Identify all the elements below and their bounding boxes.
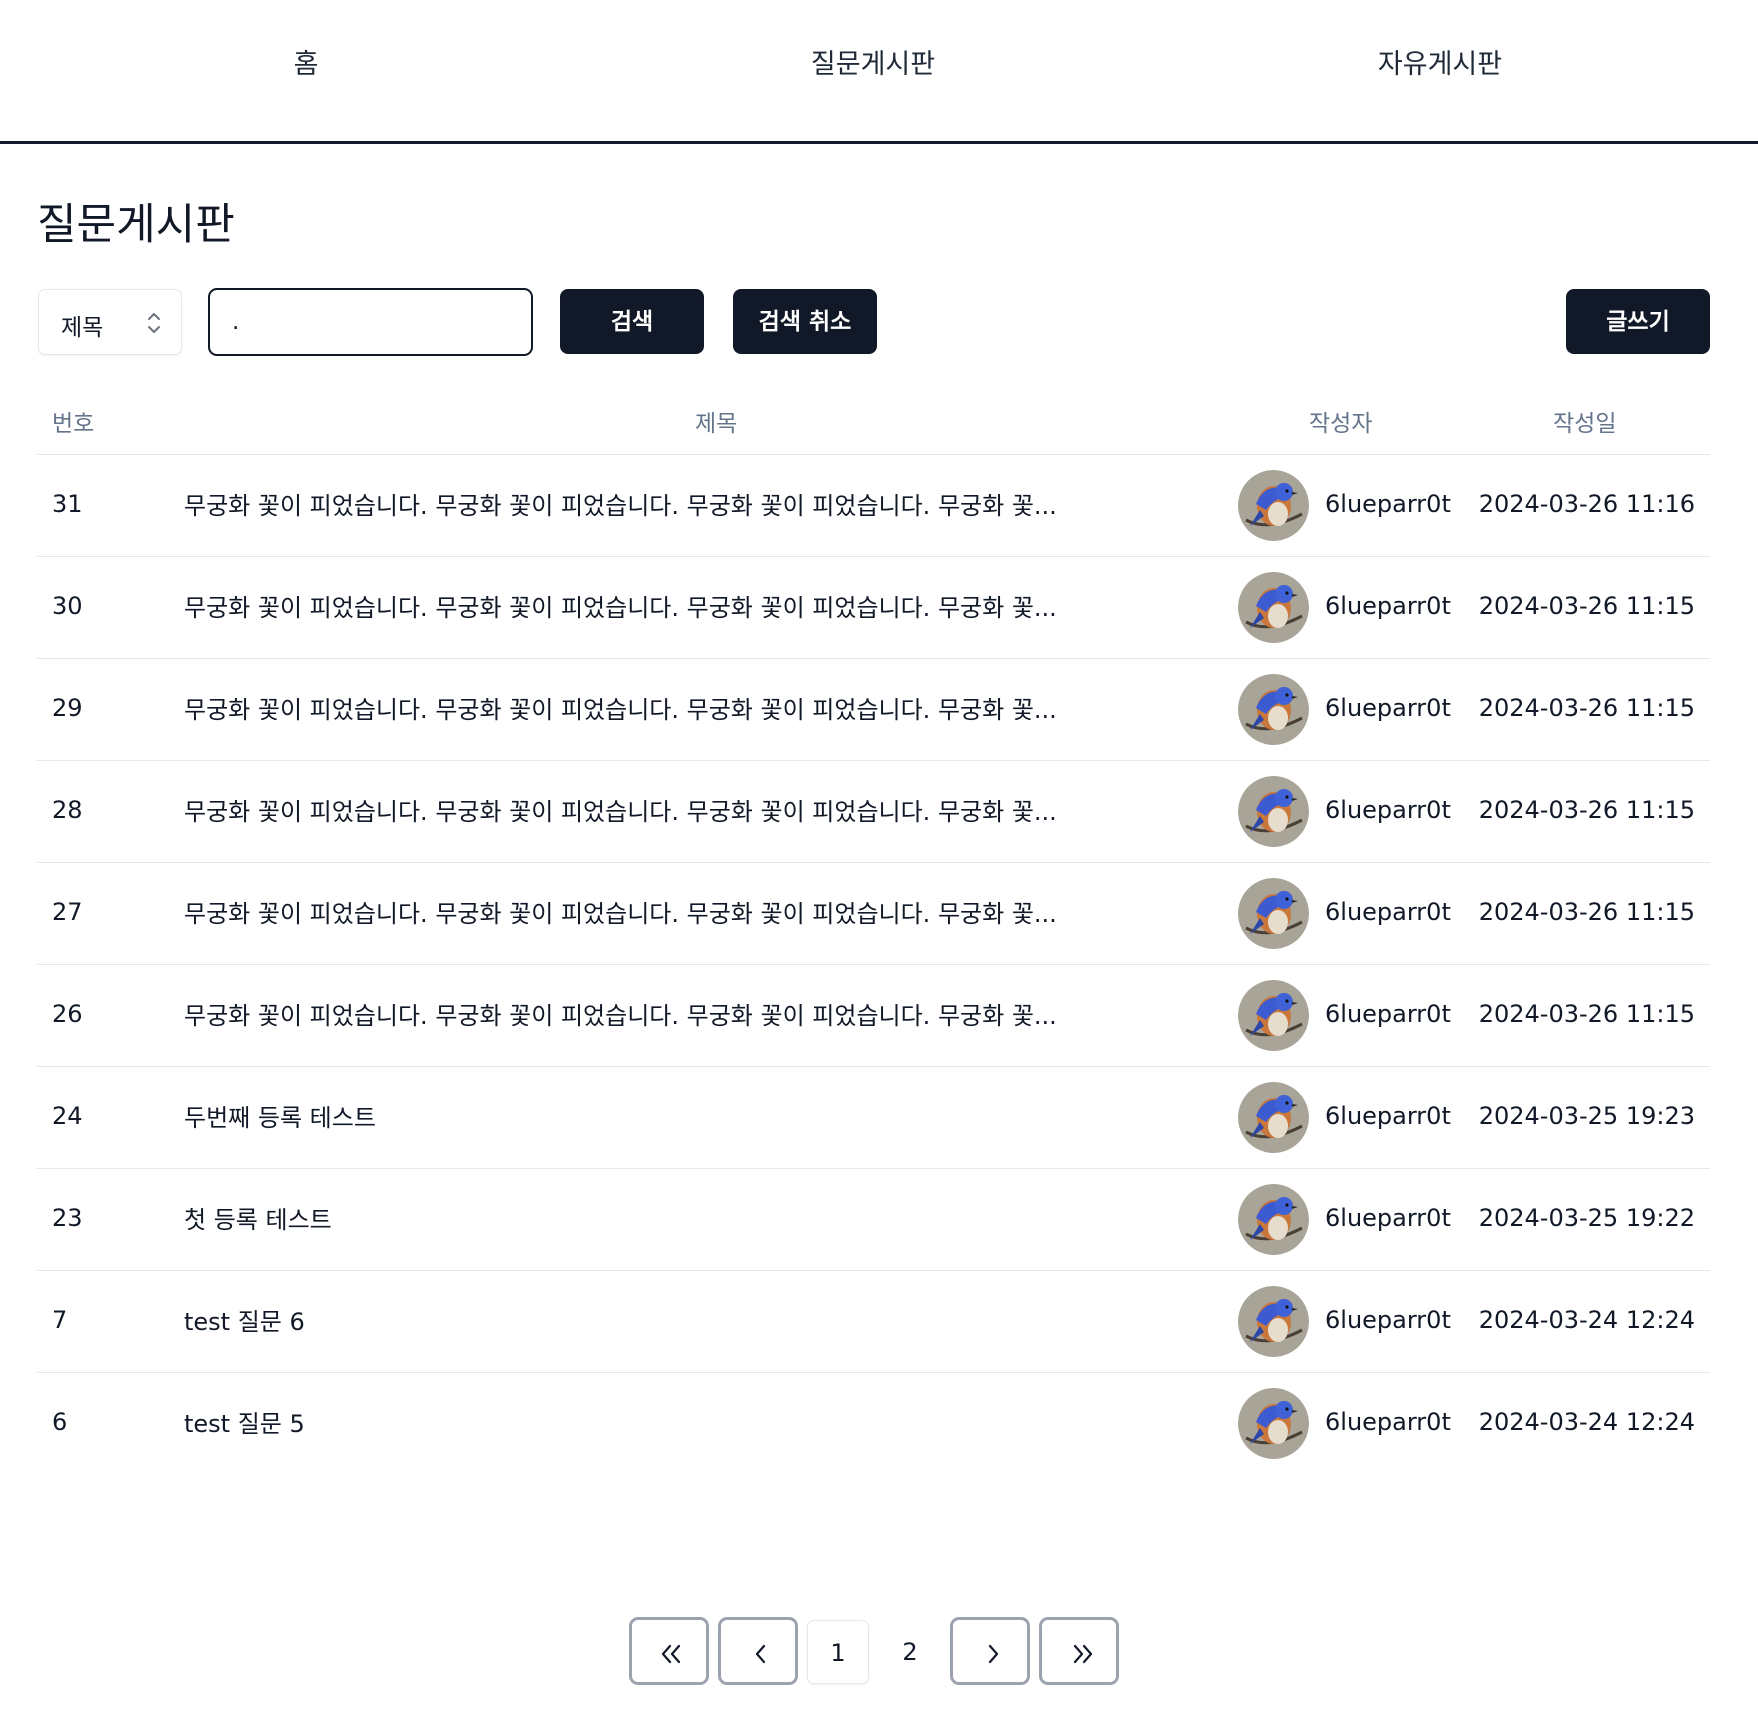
column-header-author: 작성자 [1309,411,1373,437]
row-title-link[interactable]: 첫 등록 테스트 [184,1200,1074,1235]
row-author: 6lueparr0t [1325,898,1451,926]
chevron-up-down-icon [148,313,160,333]
page-number-1[interactable]: 1 [807,1620,869,1684]
nav-home[interactable]: 홈 [294,42,319,81]
row-author: 6lueparr0t [1325,694,1451,722]
table-row[interactable]: 7 test 질문 6 6lueparr0t 2024-03-24 12:24 [37,1271,1710,1373]
row-date: 2024-03-26 11:16 [1478,490,1695,518]
row-number: 29 [52,694,83,722]
row-author: 6lueparr0t [1325,1204,1451,1232]
row-date: 2024-03-26 11:15 [1478,1000,1695,1028]
table-row[interactable]: 24 두번째 등록 테스트 6lueparr0t 2024-03-25 19:23 [37,1067,1710,1169]
table-body: 31 무궁화 꽃이 피었습니다. 무궁화 꽃이 피었습니다. 무궁화 꽃이 피었습… [37,455,1710,1475]
table-row[interactable]: 30 무궁화 꽃이 피었습니다. 무궁화 꽃이 피었습니다. 무궁화 꽃이 피었습… [37,557,1710,659]
row-number: 30 [52,592,83,620]
row-date: 2024-03-24 12:24 [1478,1408,1695,1436]
search-type-select[interactable]: 제목 [38,289,182,355]
chevron-right-icon [988,1644,999,1664]
page-title: 질문게시판 [37,200,235,250]
avatar [1238,1286,1309,1357]
column-header-date: 작성일 [1553,411,1617,437]
double-chevron-left-icon [661,1644,681,1664]
table-row[interactable]: 29 무궁화 꽃이 피었습니다. 무궁화 꽃이 피었습니다. 무궁화 꽃이 피었습… [37,659,1710,761]
row-date: 2024-03-25 19:22 [1478,1204,1695,1232]
row-author: 6lueparr0t [1325,1408,1451,1436]
page-number-2[interactable]: 2 [879,1620,941,1684]
search-input[interactable] [208,288,533,356]
row-author: 6lueparr0t [1325,1000,1451,1028]
write-post-button[interactable]: 글쓰기 [1566,289,1710,354]
row-number: 24 [52,1102,83,1130]
previous-page-button[interactable] [718,1617,798,1685]
avatar [1238,1184,1309,1255]
row-date: 2024-03-25 19:23 [1478,1102,1695,1130]
avatar [1238,980,1309,1051]
avatar [1238,878,1309,949]
row-date: 2024-03-26 11:15 [1478,796,1695,824]
row-author: 6lueparr0t [1325,1306,1451,1334]
column-header-number: 번호 [52,411,95,437]
table-row[interactable]: 6 test 질문 5 6lueparr0t 2024-03-24 12:24 [37,1373,1710,1475]
column-header-title: 제목 [695,411,738,437]
avatar [1238,674,1309,745]
nav-qna-board[interactable]: 질문게시판 [811,42,935,81]
row-number: 7 [52,1306,68,1334]
search-type-value: 제목 [61,315,104,341]
row-date: 2024-03-26 11:15 [1478,898,1695,926]
double-chevron-right-icon [1073,1644,1093,1664]
row-title-link[interactable]: 무궁화 꽃이 피었습니다. 무궁화 꽃이 피었습니다. 무궁화 꽃이 피었습니다… [184,486,1074,521]
row-number: 26 [52,1000,83,1028]
table-row[interactable]: 27 무궁화 꽃이 피었습니다. 무궁화 꽃이 피었습니다. 무궁화 꽃이 피었습… [37,863,1710,965]
row-title-link[interactable]: 무궁화 꽃이 피었습니다. 무궁화 꽃이 피었습니다. 무궁화 꽃이 피었습니다… [184,894,1074,929]
search-button[interactable]: 검색 [560,289,704,354]
row-author: 6lueparr0t [1325,796,1451,824]
chevron-left-icon [755,1644,766,1664]
avatar [1238,572,1309,643]
row-author: 6lueparr0t [1325,1102,1451,1130]
first-page-button[interactable] [629,1617,709,1685]
row-title-link[interactable]: test 질문 5 [184,1404,1074,1439]
row-title-link[interactable]: 무궁화 꽃이 피었습니다. 무궁화 꽃이 피었습니다. 무궁화 꽃이 피었습니다… [184,996,1074,1031]
avatar [1238,1388,1309,1459]
row-title-link[interactable]: 무궁화 꽃이 피었습니다. 무궁화 꽃이 피었습니다. 무궁화 꽃이 피었습니다… [184,792,1074,827]
row-date: 2024-03-26 11:15 [1478,592,1695,620]
row-date: 2024-03-26 11:15 [1478,694,1695,722]
row-title-link[interactable]: 두번째 등록 테스트 [184,1098,1074,1133]
table-row[interactable]: 26 무궁화 꽃이 피었습니다. 무궁화 꽃이 피었습니다. 무궁화 꽃이 피었습… [37,965,1710,1067]
next-page-button[interactable] [950,1617,1030,1685]
avatar [1238,470,1309,541]
row-title-link[interactable]: 무궁화 꽃이 피었습니다. 무궁화 꽃이 피었습니다. 무궁화 꽃이 피었습니다… [184,588,1074,623]
row-number: 31 [52,490,83,518]
row-author: 6lueparr0t [1325,592,1451,620]
last-page-button[interactable] [1039,1617,1119,1685]
avatar [1238,1082,1309,1153]
row-number: 28 [52,796,83,824]
nav-free-board[interactable]: 자유게시판 [1378,42,1502,81]
row-title-link[interactable]: test 질문 6 [184,1302,1074,1337]
table-row[interactable]: 31 무궁화 꽃이 피었습니다. 무궁화 꽃이 피었습니다. 무궁화 꽃이 피었습… [37,455,1710,557]
table-header: 번호 제목 작성자 작성일 [37,385,1710,455]
row-title-link[interactable]: 무궁화 꽃이 피었습니다. 무궁화 꽃이 피었습니다. 무궁화 꽃이 피었습니다… [184,690,1074,725]
row-number: 6 [52,1408,68,1436]
row-number: 27 [52,898,83,926]
avatar [1238,776,1309,847]
table-row[interactable]: 23 첫 등록 테스트 6lueparr0t 2024-03-25 19:22 [37,1169,1710,1271]
top-nav: 홈 질문게시판 자유게시판 [0,0,1758,144]
row-number: 23 [52,1204,83,1232]
row-date: 2024-03-24 12:24 [1478,1306,1695,1334]
cancel-search-button[interactable]: 검색 취소 [733,289,877,354]
table-row[interactable]: 28 무궁화 꽃이 피었습니다. 무궁화 꽃이 피었습니다. 무궁화 꽃이 피었습… [37,761,1710,863]
row-author: 6lueparr0t [1325,490,1451,518]
